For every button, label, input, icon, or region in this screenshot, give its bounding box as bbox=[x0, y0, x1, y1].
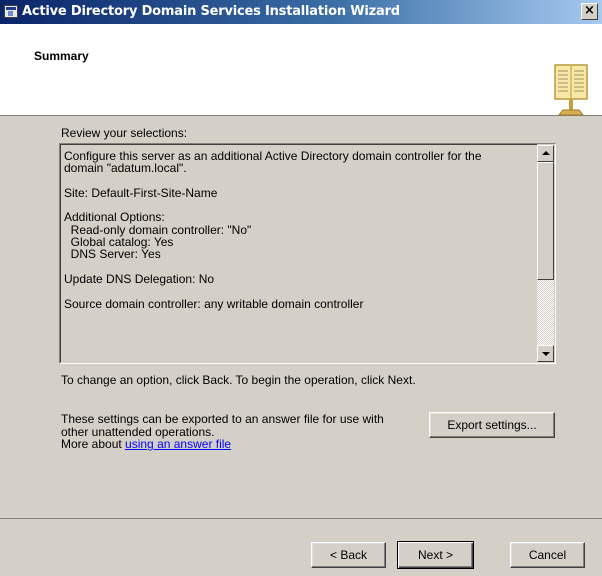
export-description: These settings can be exported to an ans… bbox=[61, 413, 384, 451]
next-button[interactable]: Next > bbox=[397, 541, 474, 569]
wizard-window: Active Directory Domain Services Install… bbox=[0, 0, 602, 576]
window-app-icon bbox=[4, 5, 18, 18]
back-button[interactable]: < Back bbox=[311, 542, 386, 568]
answer-file-link[interactable]: using an answer file bbox=[125, 437, 231, 451]
change-hint: To change an option, click Back. To begi… bbox=[61, 373, 416, 387]
page-title: Summary bbox=[34, 49, 89, 63]
book-icon bbox=[554, 64, 588, 116]
arrow-up-icon bbox=[542, 151, 550, 155]
wizard-footer: < Back Next > Cancel bbox=[0, 519, 602, 576]
export-line-1: These settings can be exported to an ans… bbox=[61, 412, 384, 426]
summary-textbox[interactable]: Configure this server as an additional A… bbox=[59, 143, 556, 364]
vertical-scrollbar[interactable] bbox=[537, 145, 554, 362]
window-title: Active Directory Domain Services Install… bbox=[22, 4, 400, 19]
wizard-content: Review your selections: Configure this s… bbox=[0, 116, 602, 519]
scroll-thumb[interactable] bbox=[537, 162, 554, 280]
export-line-3-prefix: More about bbox=[61, 437, 126, 451]
summary-text: Configure this server as an additional A… bbox=[64, 149, 482, 311]
cancel-button[interactable]: Cancel bbox=[510, 542, 585, 568]
export-settings-button[interactable]: Export settings... bbox=[429, 412, 555, 438]
export-line-3: More about using an answer file bbox=[61, 438, 384, 451]
scroll-down-button[interactable] bbox=[537, 345, 554, 362]
title-bar[interactable]: Active Directory Domain Services Install… bbox=[0, 0, 602, 24]
wizard-header: Summary bbox=[0, 24, 602, 116]
arrow-down-icon bbox=[542, 352, 550, 356]
summary-text-area[interactable]: Configure this server as an additional A… bbox=[60, 144, 537, 363]
scroll-up-button[interactable] bbox=[537, 145, 554, 162]
close-button[interactable]: × bbox=[581, 3, 598, 20]
review-label: Review your selections: bbox=[61, 126, 188, 140]
